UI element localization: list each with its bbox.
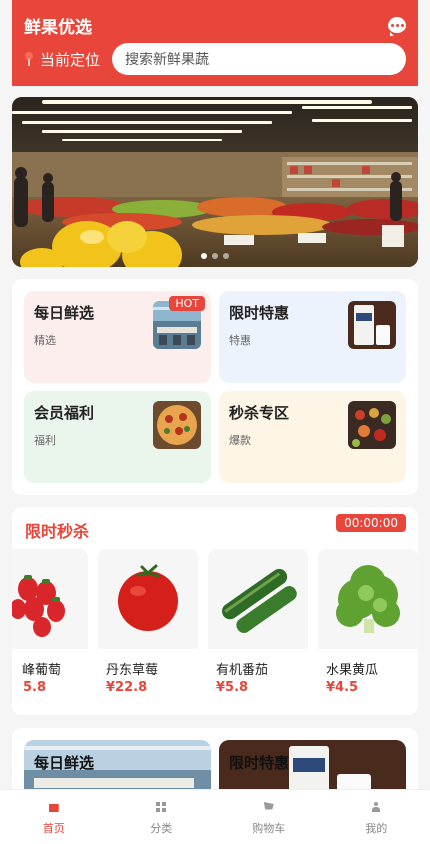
category-grid: 每日鲜选 精选 HOT 限时特惠 特惠 会员福利 福利 秒杀专区 爆款 bbox=[12, 279, 418, 495]
bottom-tab-bar: 首页 分类 购物车 我的 bbox=[0, 789, 430, 844]
featured-card-label: 限时特惠 bbox=[229, 754, 290, 772]
carousel-dot[interactable] bbox=[212, 253, 218, 259]
category-image bbox=[348, 401, 396, 449]
product-card[interactable]: 丹东草莓 ¥22.8 bbox=[98, 549, 198, 703]
carousel-dots bbox=[12, 253, 418, 259]
category-flash-zone[interactable]: 秒杀专区 爆款 bbox=[219, 391, 406, 483]
category-member-benefits[interactable]: 会员福利 福利 bbox=[24, 391, 211, 483]
tab-label: 我的 bbox=[365, 822, 388, 835]
tab-home[interactable]: 首页 bbox=[0, 790, 108, 844]
grid-icon bbox=[156, 802, 167, 812]
product-name: 峰葡萄 bbox=[22, 663, 62, 678]
carousel-dot[interactable] bbox=[223, 253, 229, 259]
countdown-timer: 00:00:00 bbox=[336, 514, 406, 532]
featured-card-label: 每日鲜选 bbox=[34, 754, 95, 772]
category-image bbox=[348, 301, 396, 349]
app-title: 鲜果优选 bbox=[24, 17, 92, 38]
home-icon bbox=[48, 804, 59, 812]
search-placeholder: 搜索新鲜果蔬 bbox=[125, 52, 210, 68]
category-daily-fresh[interactable]: 每日鲜选 精选 HOT bbox=[24, 291, 211, 383]
flash-sale-title: 限时秒杀 bbox=[25, 522, 90, 541]
product-price: 5.8 bbox=[23, 680, 47, 695]
tab-cart[interactable]: 购物车 bbox=[215, 790, 323, 844]
tab-category[interactable]: 分类 bbox=[108, 790, 216, 844]
tab-label: 首页 bbox=[42, 822, 65, 835]
category-limited-deal[interactable]: 限时特惠 特惠 bbox=[219, 291, 406, 383]
promo-banner[interactable] bbox=[12, 97, 418, 267]
user-icon bbox=[371, 802, 381, 812]
product-name: 有机番茄 bbox=[216, 663, 269, 678]
search-input[interactable]: 搜索新鲜果蔬 bbox=[112, 43, 406, 75]
product-name: 丹东草莓 bbox=[106, 663, 159, 678]
product-card[interactable]: 峰葡萄 5.8 bbox=[12, 549, 88, 703]
product-price: ¥22.8 bbox=[106, 680, 148, 695]
location-label: 当前定位 bbox=[40, 50, 101, 69]
product-image bbox=[98, 549, 198, 649]
category-image bbox=[153, 401, 201, 449]
cart-icon bbox=[263, 802, 274, 810]
tab-label: 分类 bbox=[150, 822, 173, 835]
flash-sale-section: 限时秒杀 00:00:00 峰葡萄 5.8 丹东草莓 ¥22.8 有机番茄 ¥5… bbox=[12, 507, 418, 715]
tab-profile[interactable]: 我的 bbox=[323, 790, 430, 844]
location-pin-icon bbox=[24, 52, 34, 66]
top-header: 鲜果优选 当前定位 搜索新鲜果蔬 bbox=[12, 0, 418, 86]
product-price: ¥5.8 bbox=[216, 680, 249, 695]
chat-icon[interactable] bbox=[388, 17, 406, 36]
tab-label: 购物车 bbox=[252, 822, 286, 835]
product-card[interactable]: 水果黄瓜 ¥4.5 bbox=[318, 549, 418, 703]
location-selector[interactable]: 当前定位 bbox=[24, 49, 100, 70]
product-image bbox=[208, 549, 308, 649]
carousel-dot[interactable] bbox=[201, 253, 207, 259]
supermarket-banner-image bbox=[12, 97, 418, 267]
product-image bbox=[12, 549, 88, 649]
product-image bbox=[318, 549, 418, 649]
product-name: 水果黄瓜 bbox=[326, 663, 379, 678]
hot-badge: HOT bbox=[169, 296, 205, 311]
product-card[interactable]: 有机番茄 ¥5.8 bbox=[208, 549, 308, 703]
product-price: ¥4.5 bbox=[326, 680, 359, 695]
